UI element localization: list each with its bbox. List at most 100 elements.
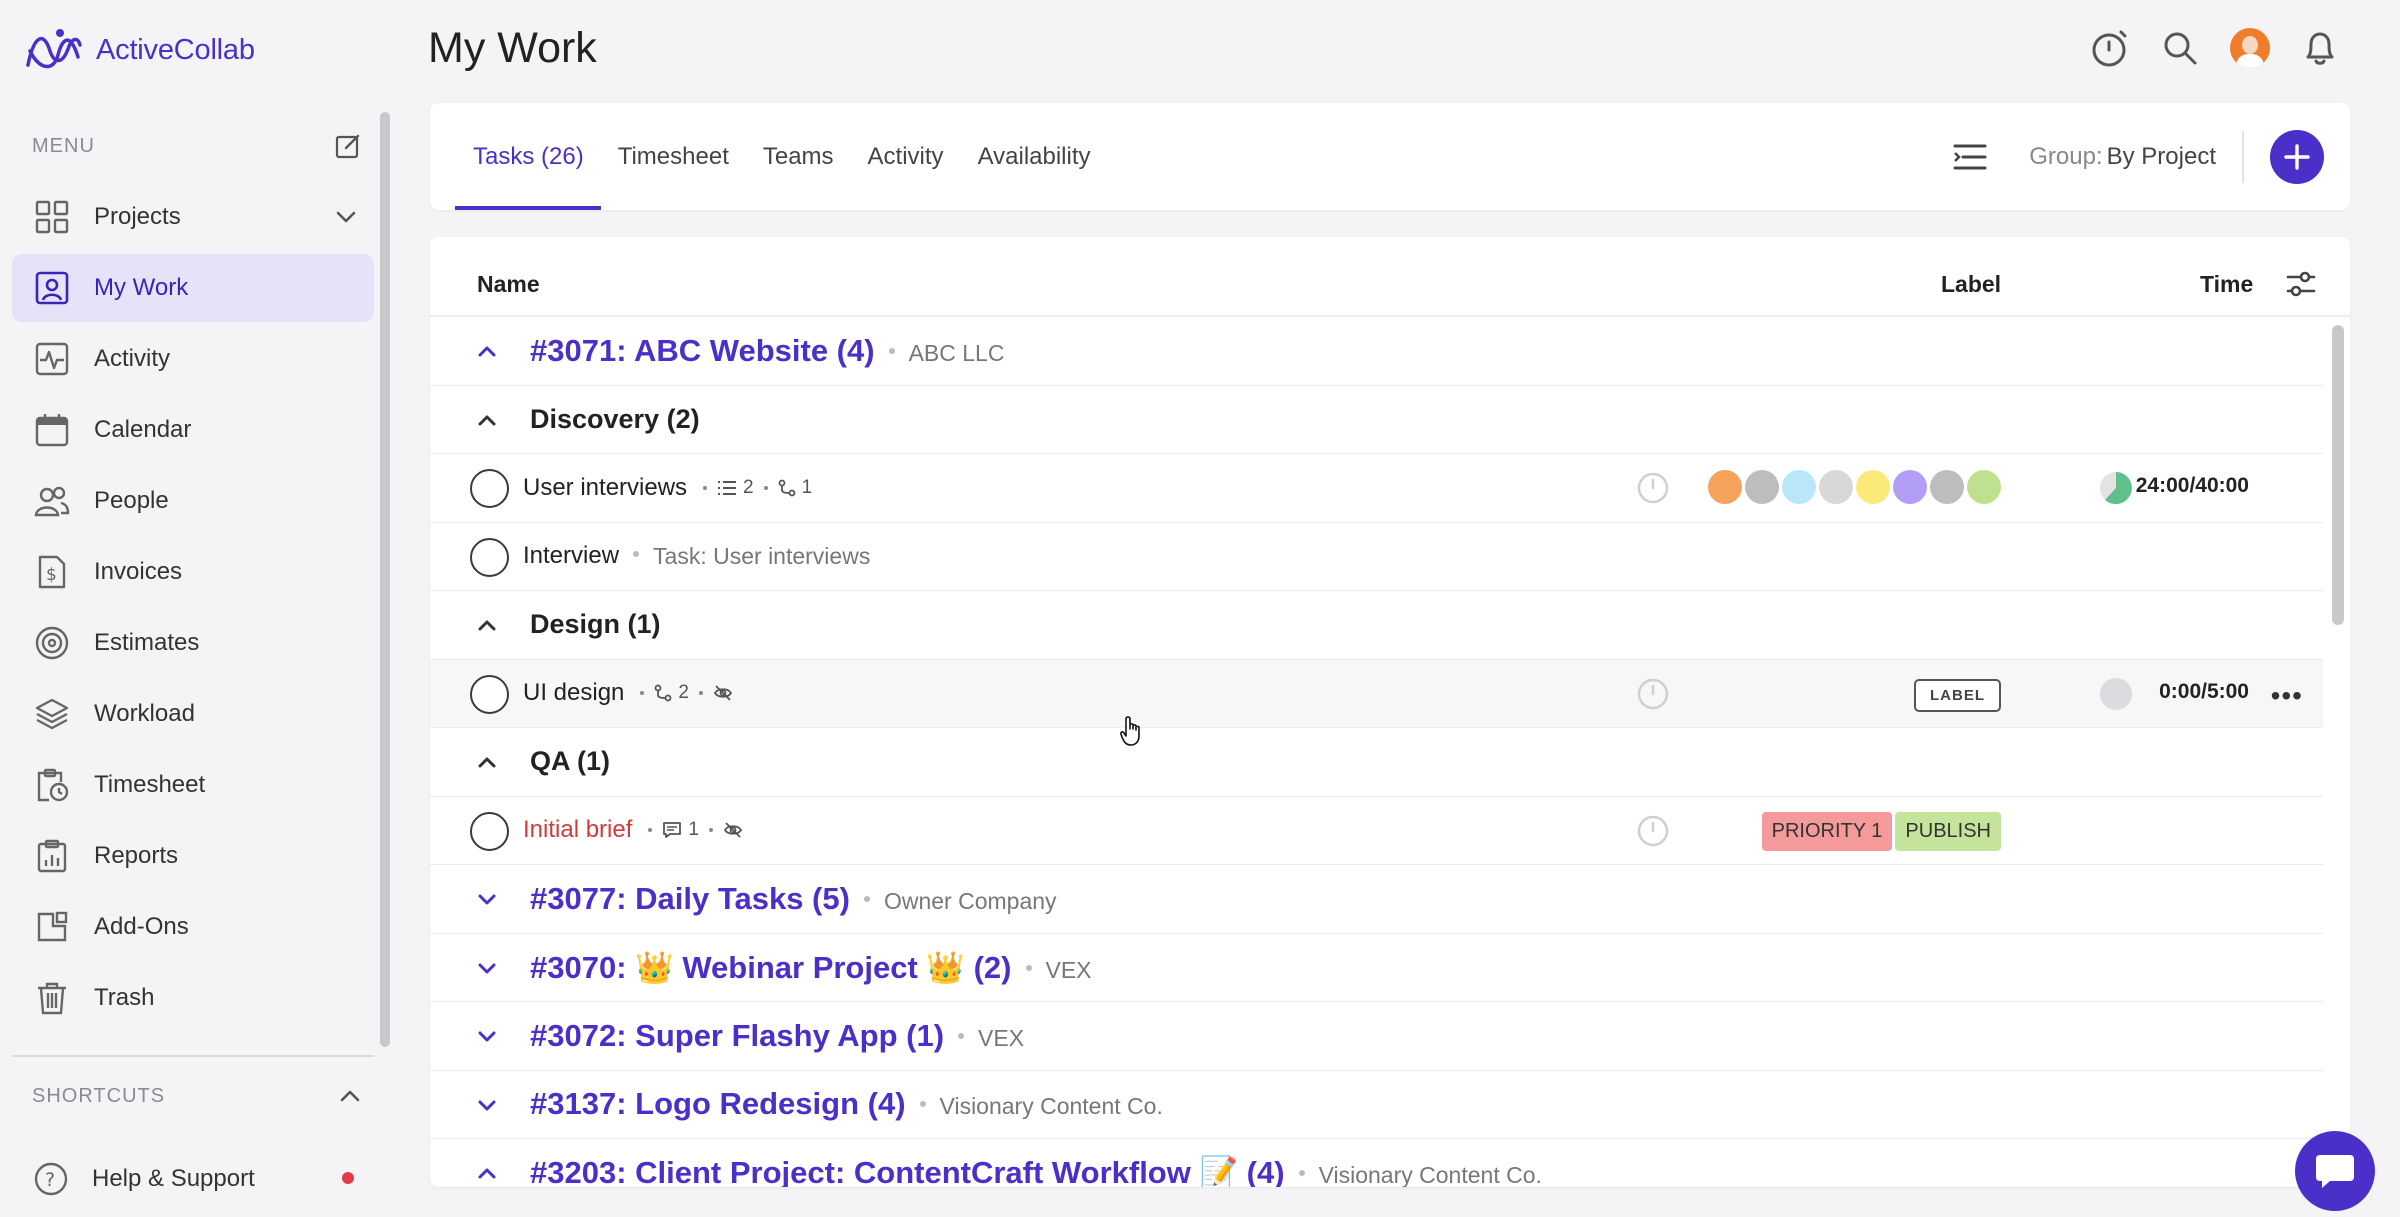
tab-teams[interactable]: Teams [746, 103, 851, 210]
task-complete-checkbox[interactable] [470, 811, 509, 851]
group-by-label: Group: [2029, 142, 2103, 170]
sidebar-item-people[interactable]: People [12, 467, 374, 535]
group-by-select[interactable]: By Project [2107, 143, 2216, 171]
label-dot [1893, 470, 1927, 504]
subtasks-icon [718, 480, 737, 495]
clock-icon[interactable] [1636, 814, 1670, 848]
sidebar-item-add-ons[interactable]: Add-Ons [12, 893, 374, 961]
task-row-interview[interactable]: Interview Task: User interviews [430, 523, 2323, 591]
task-name[interactable]: UI design [523, 679, 624, 707]
task-time[interactable]: 24:00/40:00 [2136, 474, 2249, 498]
sidebar-item-calendar[interactable]: Calendar [12, 396, 374, 464]
task-group-title: QA (1) [530, 746, 610, 777]
task-group-row-discovery[interactable]: Discovery (2) [430, 386, 2323, 454]
project-name[interactable]: #3137: Logo Redesign (4) [530, 1086, 906, 1121]
project-title[interactable]: #3070: 👑 Webinar Project 👑 (2) VEX [530, 949, 1092, 986]
chevron-up-icon[interactable] [477, 1163, 497, 1183]
column-label[interactable]: Label [1941, 271, 2001, 298]
sidebar-scrollbar[interactable] [380, 112, 390, 1047]
label-placeholder[interactable]: LABEL [1914, 678, 2001, 712]
search-icon [2164, 32, 2197, 65]
chevron-down-icon[interactable] [334, 205, 358, 229]
chevron-up-icon[interactable] [477, 410, 497, 430]
project-name[interactable]: #3071: ABC Website (4) [530, 333, 875, 368]
user-avatar-button[interactable] [2230, 26, 2270, 70]
project-name[interactable]: #3203: Client Project: ContentCraft Work… [530, 1155, 1285, 1187]
tab-timesheet[interactable]: Timesheet [601, 103, 746, 210]
chevron-down-icon[interactable] [477, 889, 497, 909]
project-title[interactable]: #3077: Daily Tasks (5) Owner Company [530, 881, 1057, 917]
more-options-button[interactable]: ••• [2271, 680, 2303, 712]
search-button[interactable] [2160, 26, 2200, 70]
task-group-row-design[interactable]: Design (1) [430, 591, 2323, 660]
task-name[interactable]: User interviews [523, 474, 687, 502]
table-scrollbar[interactable] [2332, 325, 2344, 625]
sidebar-item-label: Trash [94, 984, 155, 1011]
sidebar-item-trash[interactable]: Trash [12, 964, 374, 1032]
tab-tasks[interactable]: Tasks (26) [430, 103, 601, 210]
filter-list-icon[interactable] [1953, 143, 1987, 171]
sidebar-item-projects[interactable]: Projects [12, 183, 374, 251]
task-complete-checkbox[interactable] [470, 674, 509, 714]
task-row-initial-brief[interactable]: Initial brief 1 PRIORITY 1 PUBLISH [430, 797, 2323, 865]
calendar-icon [34, 412, 70, 448]
project-title[interactable]: #3137: Logo Redesign (4) Visionary Conten… [530, 1086, 1163, 1122]
chevron-down-icon[interactable] [477, 1026, 497, 1046]
help-support-link[interactable]: ? Help & Support [34, 1162, 354, 1196]
chat-support-button[interactable] [2295, 1131, 2375, 1211]
task-row-ui-design[interactable]: UI design 2 LABEL 0:00/5:00 ••• [430, 659, 2323, 728]
chevron-up-icon[interactable] [477, 615, 497, 635]
chevron-down-icon[interactable] [477, 1095, 497, 1115]
project-row-3077[interactable]: #3077: Daily Tasks (5) Owner Company [430, 865, 2323, 934]
page-title: My Work [428, 24, 597, 72]
task-complete-checkbox[interactable] [470, 537, 509, 577]
clock-icon[interactable] [1636, 471, 1670, 505]
column-settings-icon[interactable] [2286, 271, 2316, 297]
project-name[interactable]: #3070: 👑 Webinar Project 👑 (2) [530, 950, 1012, 985]
column-time[interactable]: Time [2200, 271, 2253, 298]
sidebar-item-my-work[interactable]: My Work [12, 254, 374, 322]
label-tag-publish[interactable]: PUBLISH [1895, 811, 2001, 851]
sidebar-item-timesheet[interactable]: Timesheet [12, 751, 374, 819]
sidebar-item-estimates[interactable]: Estimates [12, 609, 374, 677]
chevron-up-icon[interactable] [477, 752, 497, 772]
edit-menu-icon[interactable] [334, 132, 362, 160]
project-row-3137[interactable]: #3137: Logo Redesign (4) Visionary Conten… [430, 1071, 2323, 1139]
dependency-count: 2 [678, 682, 689, 704]
sidebar-item-invoices[interactable]: $ Invoices [12, 538, 374, 606]
project-name[interactable]: #3077: Daily Tasks (5) [530, 881, 850, 916]
clock-icon[interactable] [1636, 677, 1670, 711]
add-task-button[interactable] [2270, 129, 2324, 184]
sidebar-item-reports[interactable]: Reports [12, 822, 374, 890]
sidebar-item-workload[interactable]: Workload [12, 680, 374, 748]
column-name[interactable]: Name [477, 271, 540, 298]
parent-task-ref[interactable]: Task: User interviews [653, 543, 870, 570]
project-row-3070[interactable]: #3070: 👑 Webinar Project 👑 (2) VEX [430, 934, 2323, 1002]
label-dots[interactable] [1708, 470, 2001, 504]
sidebar-item-activity[interactable]: Activity [12, 325, 374, 393]
label-tags[interactable]: PRIORITY 1 PUBLISH [1761, 811, 2001, 851]
task-row-user-interviews[interactable]: User interviews 2 1 24:00/40:00 [430, 454, 2323, 523]
task-time[interactable]: 0:00/5:00 [2159, 680, 2249, 704]
tab-activity[interactable]: Activity [851, 103, 961, 210]
label-tag-priority[interactable]: PRIORITY 1 [1761, 811, 1893, 851]
task-name[interactable]: Interview [523, 542, 619, 570]
task-group-row-qa[interactable]: QA (1) [430, 728, 2323, 797]
project-title[interactable]: #3203: Client Project: ContentCraft Work… [530, 1154, 1542, 1187]
task-complete-checkbox[interactable] [470, 469, 509, 508]
project-row-3203[interactable]: #3203: Client Project: ContentCraft Work… [430, 1139, 2323, 1187]
project-title[interactable]: #3071: ABC Website (4) ABC LLC [530, 333, 1004, 369]
tab-availability[interactable]: Availability [961, 103, 1108, 210]
project-row-3072[interactable]: #3072: Super Flashy App (1) VEX [430, 1002, 2323, 1071]
timer-button[interactable] [2090, 26, 2130, 70]
notifications-button[interactable] [2300, 26, 2340, 70]
chevron-down-icon[interactable] [477, 958, 497, 978]
shortcuts-header[interactable]: SHORTCUTS [32, 1084, 362, 1108]
project-row-3071[interactable]: #3071: ABC Website (4) ABC LLC [430, 317, 2323, 386]
chevron-up-icon[interactable] [338, 1084, 362, 1108]
task-name[interactable]: Initial brief [523, 816, 632, 844]
project-name[interactable]: #3072: Super Flashy App (1) [530, 1018, 944, 1053]
chevron-up-icon[interactable] [477, 341, 497, 361]
project-title[interactable]: #3072: Super Flashy App (1) VEX [530, 1018, 1024, 1054]
app-logo[interactable]: ActiveCollab [24, 24, 255, 76]
